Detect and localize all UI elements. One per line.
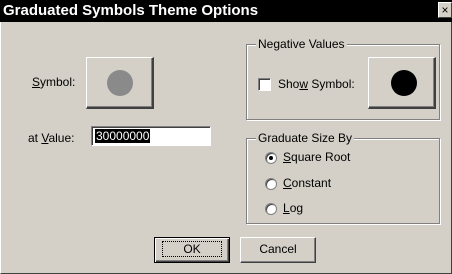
graduate-size-title: Graduate Size By — [256, 131, 355, 145]
cancel-button[interactable]: Cancel — [240, 237, 316, 263]
radio-square-root[interactable] — [265, 152, 277, 164]
radio-constant[interactable] — [265, 178, 277, 190]
close-icon: × — [441, 3, 449, 17]
at-value-label: at Value: — [28, 131, 75, 145]
symbol-button[interactable] — [86, 57, 154, 109]
show-symbol-label[interactable]: Show Symbol: — [278, 77, 355, 91]
symbol-label-rest: ymbol: — [40, 75, 76, 89]
ok-button-label: OK — [162, 241, 222, 257]
close-button[interactable]: × — [438, 2, 452, 18]
log-label[interactable]: Log — [283, 201, 303, 215]
negative-values-title: Negative Values — [256, 37, 347, 51]
negative-symbol-button[interactable] — [368, 57, 436, 109]
black-circle-icon — [391, 70, 417, 96]
radio-log[interactable] — [265, 203, 277, 215]
symbol-label: Symbol: — [32, 75, 76, 89]
square-root-label[interactable]: Square Root — [283, 150, 350, 164]
title-bar[interactable]: Graduated Symbols Theme Options × — [0, 0, 452, 22]
constant-label[interactable]: Constant — [283, 176, 331, 190]
show-symbol-checkbox[interactable] — [258, 78, 271, 91]
ok-button[interactable]: OK — [154, 237, 230, 263]
window-title: Graduated Symbols Theme Options — [3, 2, 259, 19]
value-input[interactable]: 30000000 — [91, 126, 211, 146]
value-input-text: 30000000 — [95, 129, 151, 143]
cancel-button-label: Cancel — [259, 242, 297, 256]
gray-circle-icon — [107, 70, 133, 96]
